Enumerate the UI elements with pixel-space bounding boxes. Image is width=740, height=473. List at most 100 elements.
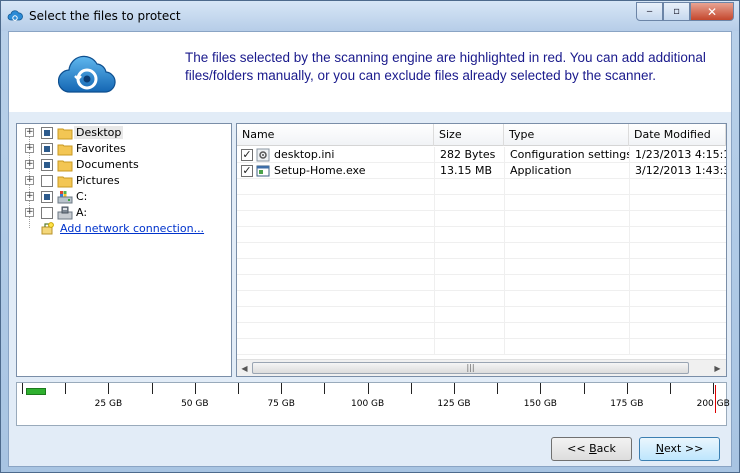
next-label: ext >> xyxy=(663,442,704,455)
empty-row xyxy=(237,243,726,259)
title-bar[interactable]: Select the files to protect ‒ ▫ ✕ xyxy=(1,1,739,31)
tree-label: A: xyxy=(76,206,88,219)
meter-tick xyxy=(583,383,585,394)
back-accelerator: B xyxy=(589,442,597,455)
row-checkbox[interactable]: ✓ xyxy=(241,165,253,177)
close-icon: ✕ xyxy=(706,4,718,19)
meter-tick-label: 75 GB xyxy=(267,399,295,409)
cloud-backup-logo-icon xyxy=(58,55,116,93)
tree-item-favorites[interactable]: + Favorites xyxy=(17,141,231,157)
floppy-drive-icon xyxy=(57,206,73,220)
folder-icon xyxy=(57,160,73,172)
row-checkbox[interactable]: ✓ xyxy=(241,149,253,161)
next-accelerator: N xyxy=(655,442,664,455)
meter-tick xyxy=(151,383,153,394)
expand-icon[interactable]: + xyxy=(25,144,34,153)
column-header-date-modified[interactable]: Date Modified xyxy=(629,124,726,146)
meter-tick xyxy=(324,383,326,394)
table-row[interactable]: ✓ desktop.ini 282 Bytes Configuration se… xyxy=(237,147,726,163)
back-button[interactable]: << Back xyxy=(551,437,632,461)
tree-item-documents[interactable]: + Documents xyxy=(17,157,231,173)
expand-icon[interactable]: + xyxy=(25,128,34,137)
expand-icon[interactable]: + xyxy=(25,160,34,169)
tree-checkbox-documents[interactable] xyxy=(41,159,53,171)
empty-row xyxy=(237,339,726,355)
folder-icon xyxy=(57,144,73,156)
tree-item-drive-a[interactable]: + A: xyxy=(17,205,231,221)
column-header-type[interactable]: Type xyxy=(504,124,629,146)
add-network-connection-link[interactable]: Add network connection... xyxy=(60,222,204,235)
next-button[interactable]: Next >> xyxy=(639,437,720,461)
meter-tick-label: 200 GB xyxy=(696,399,730,409)
file-date-modified: 1/23/2013 4:15:11 xyxy=(635,148,726,161)
folder-icon xyxy=(57,176,73,188)
meter-tick xyxy=(238,383,239,394)
storage-meter-axis: 25 GB 50 GB 75 GB 100 GB 125 GB 150 GB 175 GB 2… xyxy=(21,383,730,413)
file-name: Setup-Home.exe xyxy=(274,164,366,177)
back-label: ack xyxy=(596,442,616,455)
expand-icon[interactable]: + xyxy=(25,192,34,201)
file-list[interactable]: Name Size Type Date Modified ✓ desktop.i… xyxy=(236,123,727,377)
maximize-button[interactable]: ▫ xyxy=(663,2,690,21)
meter-tick xyxy=(626,383,628,394)
empty-row xyxy=(237,227,726,243)
close-button[interactable]: ✕ xyxy=(690,2,734,21)
expand-icon[interactable]: + xyxy=(25,208,34,217)
tree-label: Pictures xyxy=(76,174,120,187)
settings-file-icon xyxy=(256,148,270,162)
meter-tick xyxy=(367,383,369,394)
column-header-name[interactable]: Name xyxy=(237,124,434,146)
caption-buttons: ‒ ▫ ✕ xyxy=(636,2,734,21)
minimize-button[interactable]: ‒ xyxy=(636,2,663,21)
file-date-modified: 3/12/2013 1:43:39 xyxy=(635,164,726,177)
scroll-left-icon[interactable]: ◀ xyxy=(238,362,251,375)
meter-tick xyxy=(22,383,23,394)
meter-tick-label: 150 GB xyxy=(523,399,557,409)
tree-checkbox-desktop[interactable] xyxy=(41,127,53,139)
meter-tick xyxy=(540,383,542,394)
file-name: desktop.ini xyxy=(274,148,335,161)
file-size: 13.15 MB xyxy=(440,164,493,177)
tree-checkbox-pictures[interactable] xyxy=(41,175,53,187)
meter-tick-label: 50 GB xyxy=(181,399,209,409)
meter-tick xyxy=(65,383,67,394)
meter-tick-label: 175 GB xyxy=(610,399,644,409)
meter-tick-label: 100 GB xyxy=(351,399,385,409)
meter-tick xyxy=(108,383,110,394)
minimize-icon: ‒ xyxy=(646,6,653,17)
tree-item-drive-c[interactable]: + C: xyxy=(17,189,231,205)
folder-tree[interactable]: + Desktop + Favorites + Documents + Pict… xyxy=(16,123,232,377)
add-network-connection-item[interactable]: Add network connection... xyxy=(17,221,231,237)
horizontal-scrollbar[interactable]: ◀ ||| ▶ xyxy=(237,359,726,376)
empty-row xyxy=(237,275,726,291)
empty-row xyxy=(237,195,726,211)
file-size: 282 Bytes xyxy=(440,148,496,161)
tree-checkbox-drive-c[interactable] xyxy=(41,191,53,203)
meter-tick-label: 25 GB xyxy=(94,399,123,409)
application-file-icon xyxy=(256,165,270,177)
empty-row xyxy=(237,291,726,307)
scrollbar-thumb[interactable]: ||| xyxy=(252,362,689,374)
storage-used-fill xyxy=(26,388,46,395)
maximize-icon: ▫ xyxy=(673,6,680,17)
folder-icon xyxy=(57,128,73,140)
table-row[interactable]: ✓ Setup-Home.exe 13.15 MB Application 3/… xyxy=(237,163,726,179)
tree-item-pictures[interactable]: + Pictures xyxy=(17,173,231,189)
storage-limit-marker xyxy=(715,385,717,413)
expand-icon[interactable]: + xyxy=(25,176,34,185)
empty-row xyxy=(237,179,726,195)
meter-tick xyxy=(410,383,412,394)
column-header-size[interactable]: Size xyxy=(434,124,504,146)
window-title: Select the files to protect xyxy=(29,9,181,23)
meter-tick-label: 125 GB xyxy=(437,399,471,409)
back-prefix: << xyxy=(567,442,590,455)
meter-tick xyxy=(194,383,196,394)
file-type: Application xyxy=(510,164,572,177)
file-list-body: ✓ desktop.ini 282 Bytes Configuration se… xyxy=(237,147,726,355)
tree-checkbox-drive-a[interactable] xyxy=(41,207,53,219)
dialog-window: Select the files to protect ‒ ▫ ✕ The fi… xyxy=(0,0,740,473)
tree-item-desktop[interactable]: + Desktop xyxy=(17,125,231,141)
instruction-message: The files selected by the scanning engin… xyxy=(185,50,706,83)
scroll-right-icon[interactable]: ▶ xyxy=(711,362,724,375)
tree-checkbox-favorites[interactable] xyxy=(41,143,53,155)
